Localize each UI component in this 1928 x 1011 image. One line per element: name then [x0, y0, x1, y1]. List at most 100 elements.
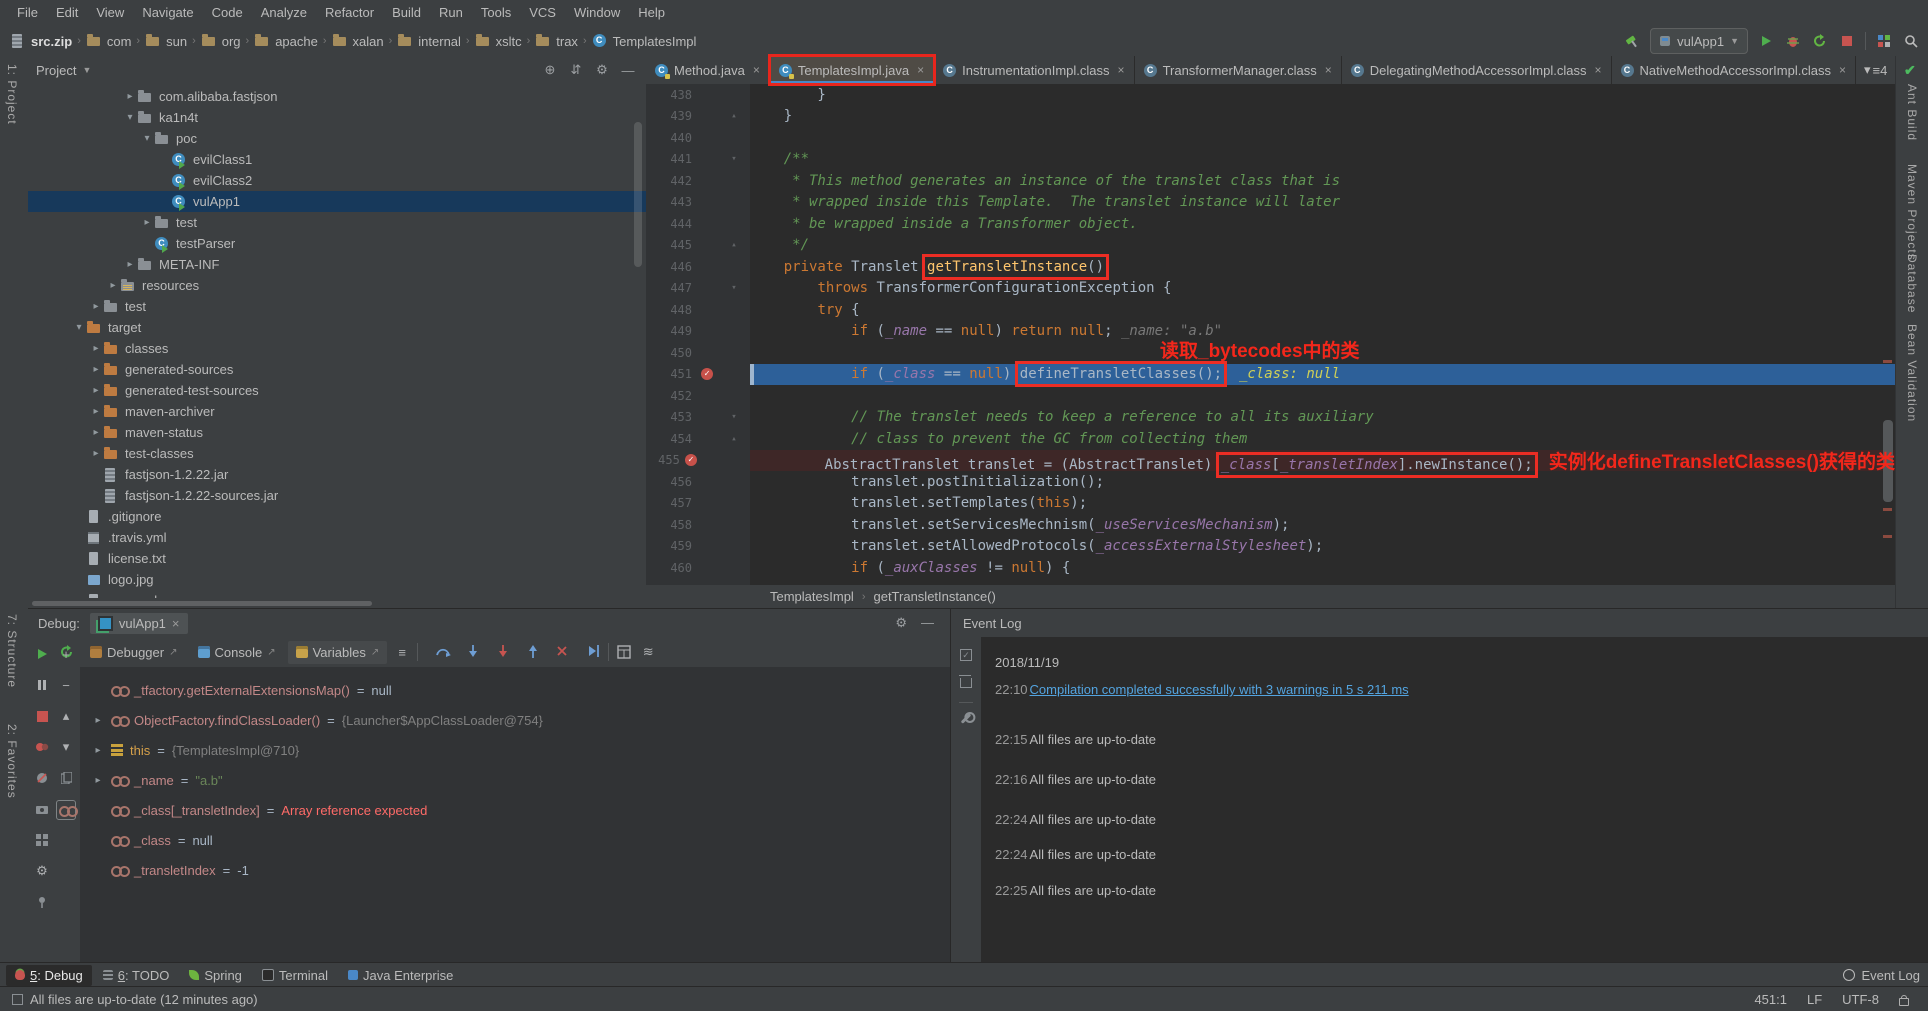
chevron-collapsed-icon[interactable]: ▸	[106, 280, 120, 291]
fold-marker[interactable]: ▾	[722, 154, 746, 164]
breadcrumb-item[interactable]: CTemplatesImpl	[592, 34, 697, 49]
error-stripe-mark[interactable]	[1883, 508, 1892, 511]
menu-item-view[interactable]: View	[87, 0, 133, 26]
chevron-collapsed-icon[interactable]: ▸	[123, 259, 137, 270]
line-number[interactable]: 442	[646, 174, 692, 188]
lock-icon[interactable]	[1899, 998, 1909, 1006]
breadcrumb-item[interactable]: src.zip	[10, 34, 72, 49]
tree-item-evilclass2[interactable]: CevilClass2	[28, 170, 646, 191]
build-hammer-icon[interactable]	[1623, 32, 1641, 50]
project-tree-hscrollbar[interactable]	[32, 601, 372, 606]
breadcrumb-item[interactable]: apache	[254, 34, 318, 49]
gear-icon[interactable]: ⚙	[33, 862, 51, 880]
tab-list-dropdown[interactable]: ▾≡4	[1856, 56, 1895, 84]
move-down-icon[interactable]: ▾	[57, 738, 75, 756]
editor-breadcrumb-item[interactable]: getTransletInstance()	[873, 589, 995, 604]
editor-breadcrumb-item[interactable]: TemplatesImpl	[770, 589, 854, 604]
chevron-collapsed-icon[interactable]: ▸	[92, 775, 104, 786]
fold-marker[interactable]: ▾	[722, 412, 746, 422]
tree-item-target[interactable]: ▾target	[28, 317, 646, 338]
run-to-cursor-icon[interactable]	[584, 643, 602, 661]
line-number[interactable]: 441	[646, 152, 692, 166]
close-icon[interactable]: ×	[917, 63, 924, 77]
watch-row[interactable]: _class=null	[80, 825, 950, 855]
tree-item-maven-archiver[interactable]: ▸maven-archiver	[28, 401, 646, 422]
add-watch-icon[interactable]: +	[57, 645, 75, 663]
status-message[interactable]: All files are up-to-date (12 minutes ago…	[30, 992, 258, 1007]
tree-item-maven-status[interactable]: ▸maven-status	[28, 422, 646, 443]
hide-panel-icon[interactable]: —	[618, 63, 638, 78]
menu-item-edit[interactable]: Edit	[47, 0, 87, 26]
line-ending[interactable]: LF	[1807, 992, 1822, 1007]
caret-position[interactable]: 451:1	[1754, 992, 1787, 1007]
watch-row[interactable]: ▸this={TemplatesImpl@710}	[80, 735, 950, 765]
tree-item--travis-yml[interactable]: .travis.yml	[28, 527, 646, 548]
fold-marker[interactable]: ▾	[722, 283, 746, 293]
editor-tab-templatesimpl-java[interactable]: CTemplatesImpl.java×	[770, 56, 934, 84]
chevron-collapsed-icon[interactable]: ▸	[89, 343, 103, 354]
coverage-button[interactable]	[1811, 32, 1829, 50]
event-log-button[interactable]: Event Log	[1843, 968, 1920, 983]
close-icon[interactable]: ×	[1595, 63, 1602, 77]
chevron-expanded-icon[interactable]: ▾	[140, 133, 154, 144]
copy-icon[interactable]	[57, 769, 75, 787]
tree-item-generated-sources[interactable]: ▸generated-sources	[28, 359, 646, 380]
debug-session-tab[interactable]: vulApp1 ×	[90, 613, 188, 634]
line-number[interactable]: 455	[646, 453, 680, 467]
tree-item-test[interactable]: ▸test	[28, 212, 646, 233]
restore-layout-icon[interactable]	[33, 831, 51, 849]
tree-item-classes[interactable]: ▸classes	[28, 338, 646, 359]
chevron-down-icon[interactable]: ▼	[82, 65, 91, 75]
trash-icon[interactable]	[960, 678, 972, 688]
menu-item-refactor[interactable]: Refactor	[316, 0, 383, 26]
mark-read-icon[interactable]: ✓	[960, 649, 972, 661]
menu-item-build[interactable]: Build	[383, 0, 430, 26]
line-number[interactable]: 448	[646, 303, 692, 317]
tool-window-button-terminal[interactable]: Terminal	[253, 965, 337, 986]
line-number[interactable]: 443	[646, 195, 692, 209]
debug-tab-variables[interactable]: Variables↗	[288, 641, 388, 664]
tool-windows-icon[interactable]	[1875, 32, 1893, 50]
watch-row[interactable]: _tfactory.getExternalExtensionsMap()=nul…	[80, 675, 950, 705]
fold-marker[interactable]: ▴	[722, 240, 746, 250]
editor-tab-transformermanager-class[interactable]: CTransformerManager.class×	[1135, 56, 1342, 84]
drop-frame-icon[interactable]	[554, 643, 572, 661]
line-number[interactable]: 458	[646, 518, 692, 532]
tree-item-generated-test-sources[interactable]: ▸generated-test-sources	[28, 380, 646, 401]
line-number[interactable]: 452	[646, 389, 692, 403]
tree-item--gitignore[interactable]: .gitignore	[28, 506, 646, 527]
fold-marker[interactable]: ▴	[722, 434, 746, 444]
chevron-collapsed-icon[interactable]: ▸	[89, 427, 103, 438]
run-config-select[interactable]: vulApp1 ▼	[1650, 28, 1748, 54]
inspection-ok-icon[interactable]: ✔	[1904, 62, 1916, 79]
mute-breakpoints-icon[interactable]	[33, 769, 51, 787]
menu-item-vcs[interactable]: VCS	[520, 0, 565, 26]
close-icon[interactable]: ×	[753, 63, 760, 77]
settings-lines-icon[interactable]: ≋	[639, 643, 657, 661]
tree-item-pom-xml[interactable]: pom.xml	[28, 590, 646, 598]
line-number[interactable]: 440	[646, 131, 692, 145]
watch-row[interactable]: _class[_transletIndex]=Array reference e…	[80, 795, 950, 825]
line-number[interactable]: 444	[646, 217, 692, 231]
search-everywhere-icon[interactable]	[1902, 32, 1920, 50]
collapse-all-icon[interactable]: ⇵	[566, 62, 586, 78]
resume-icon[interactable]	[33, 645, 51, 663]
tool-window-button--debug[interactable]: 5: Debug	[6, 965, 92, 986]
line-number[interactable]: 450	[646, 346, 692, 360]
view-breakpoints-icon[interactable]	[33, 738, 51, 756]
evaluate-expression-icon[interactable]	[615, 643, 633, 661]
tree-item-com-alibaba-fastjson[interactable]: ▸com.alibaba.fastjson	[28, 86, 646, 107]
menu-item-window[interactable]: Window	[565, 0, 629, 26]
gear-icon[interactable]: ⚙	[592, 62, 612, 78]
event-log-message[interactable]: Compilation completed successfully with …	[1030, 682, 1409, 697]
stop-icon[interactable]	[33, 707, 51, 725]
chevron-expanded-icon[interactable]: ▾	[123, 112, 137, 123]
chevron-collapsed-icon[interactable]: ▸	[89, 385, 103, 396]
debug-tab-debugger[interactable]: Debugger↗	[82, 641, 186, 664]
close-icon[interactable]: ×	[172, 616, 180, 631]
file-encoding[interactable]: UTF-8	[1842, 992, 1879, 1007]
tool-window-button--todo[interactable]: 6: TODO	[94, 965, 179, 986]
debug-tab-console[interactable]: Console↗	[190, 641, 284, 664]
line-number[interactable]: 459	[646, 539, 692, 553]
breadcrumb-item[interactable]: internal	[397, 34, 461, 49]
